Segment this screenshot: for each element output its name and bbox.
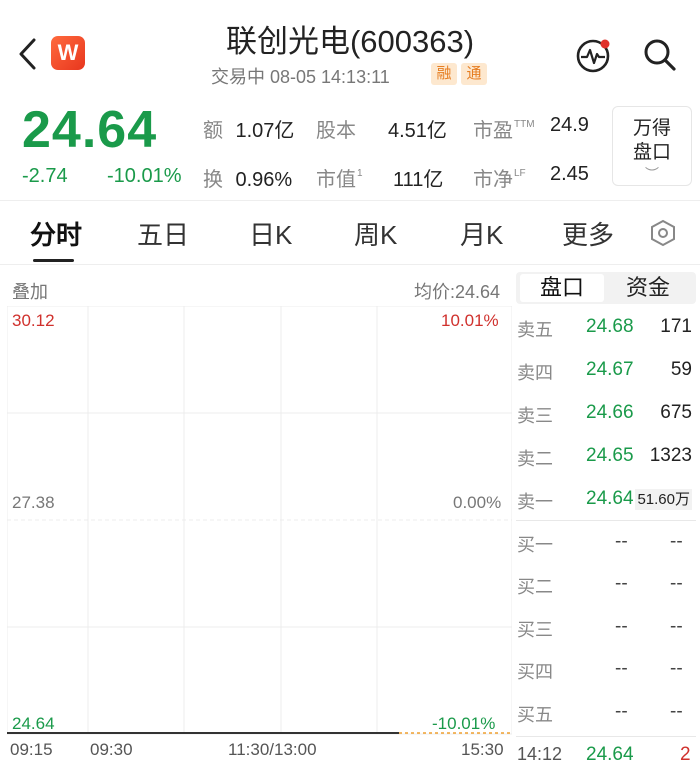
heartbeat-icon[interactable]: [574, 36, 612, 74]
bid-label: 买一: [517, 535, 553, 555]
bid-price: --: [615, 658, 628, 679]
settings-hexagon-icon[interactable]: [650, 219, 676, 247]
tab-more[interactable]: 更多: [562, 215, 614, 252]
ask-volume: 675: [660, 402, 692, 423]
order-book-divider: [516, 520, 696, 521]
tab-five-day[interactable]: 五日: [137, 215, 189, 252]
stat-pe-value: 24.9: [550, 114, 589, 136]
bid-label: 买五: [517, 705, 553, 725]
ask-label: 卖四: [517, 363, 553, 383]
ask-label: 卖五: [517, 320, 553, 340]
stat-share-capital: 股本: [316, 120, 356, 142]
bid-price: --: [615, 573, 628, 594]
x-axis-label: 11:30/13:00: [228, 740, 317, 759]
tab-intraday[interactable]: 分时: [30, 215, 82, 252]
ask-volume-highlight: 51.60万: [635, 489, 692, 510]
stat-pb: 市净LF: [473, 168, 526, 191]
tab-weekly-k[interactable]: 周K: [354, 215, 397, 252]
bid-price: --: [615, 701, 628, 722]
intraday-chart: [7, 306, 512, 735]
divider: [0, 200, 700, 201]
ask-volume: 1323: [649, 445, 692, 466]
tab-order-book[interactable]: 盘口: [520, 274, 604, 302]
y-axis-mid: 27.38: [12, 493, 55, 512]
bid-label: 买二: [517, 577, 553, 597]
stat-share-capital-value: 4.51亿: [388, 120, 447, 142]
y-axis-min: 24.64: [12, 714, 55, 733]
stat-pb-value: 2.45: [550, 163, 589, 185]
overlay-button[interactable]: 叠加: [12, 278, 48, 304]
tick-volume: 2: [680, 744, 691, 765]
ask-label: 卖三: [517, 406, 553, 426]
tab-capital-flow[interactable]: 资金: [606, 274, 690, 302]
ask-volume: 171: [660, 316, 692, 337]
bid-volume: --: [670, 658, 683, 679]
margin-tag: 融: [431, 63, 457, 85]
y-axis-mid-pct: 0.00%: [453, 493, 502, 512]
bid-price: --: [615, 616, 628, 637]
tab-daily-k[interactable]: 日K: [249, 215, 292, 252]
bid-volume: --: [670, 701, 683, 722]
y-axis-min-pct: -10.01%: [432, 714, 496, 733]
ask-label: 卖二: [517, 449, 553, 469]
stat-market-cap-value: 111亿: [393, 169, 444, 191]
price-change: -2.74: [22, 165, 68, 187]
bid-price: --: [615, 531, 628, 552]
stat-turnover-amount: 额 1.07亿: [203, 120, 295, 142]
price-change-pct: -10.01%: [107, 165, 182, 187]
y-axis-max: 30.12: [12, 311, 55, 330]
stat-turnover-rate: 换 0.96%: [203, 169, 293, 191]
average-price-label: 均价:24.64: [414, 282, 501, 302]
divider: [0, 264, 700, 265]
tick-time: 14:12: [517, 744, 563, 764]
bid-label: 买三: [517, 620, 553, 640]
bid-volume: --: [670, 531, 683, 552]
bid-label: 买四: [517, 662, 553, 682]
x-axis-label: 09:30: [90, 740, 133, 759]
x-axis-label: 15:30: [461, 740, 504, 759]
trading-status: 交易中 08-05 14:13:11: [211, 67, 390, 87]
chevron-down-icon: ︶: [645, 166, 659, 182]
bid-volume: --: [670, 573, 683, 594]
bid-volume: --: [670, 616, 683, 637]
stat-market-cap: 市值1: [316, 168, 363, 191]
x-axis-label: 09:15: [10, 740, 53, 759]
stat-pe: 市盈TTM: [473, 119, 535, 142]
tick-price: 24.64: [586, 744, 634, 765]
y-axis-max-pct: 10.01%: [441, 311, 499, 330]
last-price: 24.64: [22, 101, 158, 159]
order-book-divider: [516, 736, 696, 737]
active-tab-indicator: [33, 259, 74, 262]
ask-label: 卖一: [517, 492, 553, 512]
wande-order-book-button[interactable]: 万得 盘口 ︶: [612, 106, 692, 186]
search-icon[interactable]: [642, 37, 678, 73]
tab-monthly-k[interactable]: 月K: [460, 215, 503, 252]
connect-tag: 通: [461, 63, 487, 85]
ask-volume: 59: [670, 359, 692, 380]
